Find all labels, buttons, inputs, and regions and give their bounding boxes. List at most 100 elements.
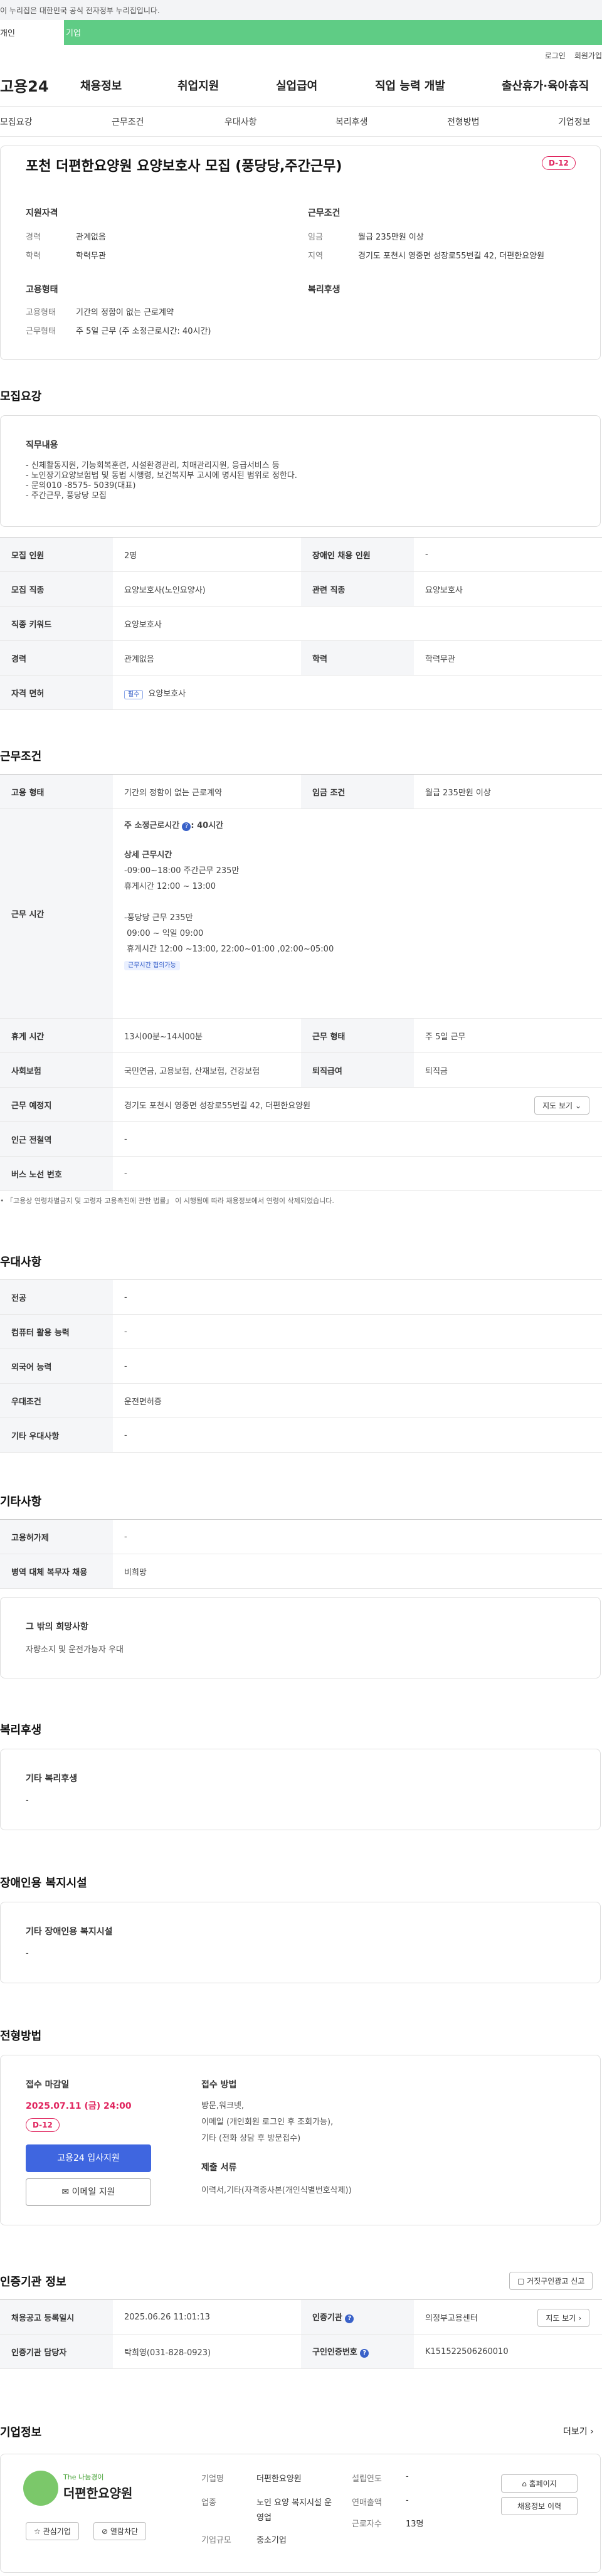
table-row: 병역 대체 복무자 채용 비희망 bbox=[0, 1554, 602, 1589]
cell-value: 주 5일 근무 bbox=[414, 1018, 602, 1053]
block-view-button[interactable]: ⊘ 열람차단 bbox=[93, 2522, 147, 2540]
cell-value: 탁희영(031-828-0923) bbox=[113, 2334, 301, 2369]
qual-edu-label: 학력 bbox=[26, 252, 41, 261]
place-value: 경기도 포천시 영중면 성장로55번길 42, 더편한요양원 bbox=[124, 1101, 311, 1111]
company-year-value: - bbox=[406, 2472, 409, 2481]
tab-personal[interactable]: 개인 bbox=[0, 20, 64, 45]
homepage-button[interactable]: ⌂ 홈페이지 bbox=[501, 2474, 578, 2493]
company-logo-mark bbox=[23, 2471, 58, 2506]
info-icon[interactable]: ? bbox=[360, 2349, 369, 2358]
anchor-work[interactable]: 근무조건 bbox=[112, 115, 144, 128]
work-table: 고용 형태 기간의 정함이 없는 근로계약 임금 조건 월급 235만원 이상 근무… bbox=[0, 774, 602, 1191]
report-button-label: 거짓구인광고 신고 bbox=[527, 2277, 585, 2286]
company-more-label: 더보기 bbox=[563, 2427, 588, 2437]
wish-card: 그 밖의 희망사항 자량소지 및 운전가능자 우대 bbox=[0, 1597, 601, 1678]
docs-value: 이력서,기타(자격증사본(개인식별번호삭제)) bbox=[201, 2186, 352, 2195]
wish-title: 그 밖의 희망사항 bbox=[26, 1622, 88, 1632]
qual-title: 지원자격 bbox=[26, 208, 58, 218]
cell-label: 근무 형태 bbox=[301, 1018, 414, 1053]
report-button[interactable]: ▢ 거짓구인광고 신고 bbox=[509, 2272, 593, 2290]
nav-unemployment-benefit[interactable]: 실업급여 bbox=[276, 77, 317, 93]
company-sales-label: 연매출액 bbox=[352, 2498, 382, 2508]
hours-main-value: : 40시간 bbox=[191, 821, 224, 830]
table-row: 버스 노선 번호 - bbox=[0, 1156, 602, 1191]
method-line: 방문,워크넷, bbox=[201, 2101, 245, 2111]
wish-value: 자량소지 및 운전가능자 우대 bbox=[26, 1645, 124, 1655]
pref-section-title: 우대사항 bbox=[0, 1256, 42, 1269]
map-button[interactable]: 지도 보기 ⌄ bbox=[534, 1096, 589, 1115]
company-year-label: 설립연도 bbox=[352, 2474, 382, 2484]
nav-employment-support[interactable]: 취업지원 bbox=[177, 77, 219, 93]
anchor-pref[interactable]: 우대사항 bbox=[224, 115, 257, 128]
cell-value: 요양보호사 bbox=[414, 571, 602, 607]
signup-link[interactable]: 회원가입 bbox=[574, 51, 602, 60]
company-size-label: 기업규모 bbox=[201, 2536, 231, 2545]
anchor-recruit[interactable]: 모집요강 bbox=[0, 115, 33, 128]
hours-line: 09:00 ~ 익일 09:00 bbox=[124, 929, 204, 938]
block-label: 열람차단 bbox=[110, 2527, 139, 2536]
duty-lines: - 신체활동지원, 기능회복훈련, 시설환경관리, 치매관리지원, 응급서비스 … bbox=[26, 461, 297, 501]
cell-label: 외국어 능력 bbox=[0, 1349, 113, 1384]
cell-value: 비희망 bbox=[113, 1554, 602, 1589]
recruit-table: 모집 인원 2명 장애인 채용 인원 - 모집 직종 요양보호사(노인요양사) 관련 … bbox=[0, 537, 602, 710]
cell-value: 요양보호사 bbox=[113, 606, 602, 641]
cell-label: 퇴직급여 bbox=[301, 1052, 414, 1088]
nav-vocational-training[interactable]: 직업 능력 개발 bbox=[375, 77, 445, 93]
table-row: 사회보험 국민연금, 고용보험, 산재보험, 건강보험 퇴직급여 퇴직금 bbox=[0, 1052, 602, 1088]
info-icon[interactable]: ? bbox=[182, 822, 191, 831]
anchor-selection[interactable]: 전형방법 bbox=[447, 115, 480, 128]
agency-map-button[interactable]: 지도 보기 › bbox=[537, 2309, 589, 2327]
hours-detail-title: 상세 근무시간 bbox=[124, 851, 172, 860]
cell-label: 모집 직종 bbox=[0, 571, 113, 607]
favorite-company-button[interactable]: ☆ 관심기업 bbox=[26, 2522, 79, 2540]
cond-title: 근무조건 bbox=[308, 208, 341, 218]
apply-button[interactable]: 고용24 입사지원 bbox=[26, 2144, 151, 2172]
cell-label: 학력 bbox=[301, 640, 414, 676]
cell-value: 13시00분~14시00분 bbox=[113, 1018, 301, 1053]
site-logo[interactable]: 고용24 bbox=[0, 74, 82, 96]
cell-value: 월급 235만원 이상 bbox=[414, 774, 602, 809]
agency-label: 인증기관 bbox=[312, 2313, 342, 2323]
deadline-value: 2025.07.11 (금) 24:00 bbox=[26, 2101, 132, 2111]
table-row: 근무 시간 주 소정근로시간 ?: 40시간 상세 근무시간 -09:00~18… bbox=[0, 808, 602, 1019]
disability-section-title: 장애인용 복지시설 bbox=[0, 1877, 87, 1890]
hours-negotiable-tag: 근무시간 협의가능 bbox=[124, 961, 180, 970]
table-row: 기타 우대사항 - bbox=[0, 1418, 602, 1453]
cell-value: 국민연금, 고용보험, 산재보험, 건강보험 bbox=[113, 1052, 301, 1088]
selection-section-title: 전형방법 bbox=[0, 2030, 42, 2043]
company-more-link[interactable]: 더보기 › bbox=[563, 2425, 594, 2437]
pref-table: 전공 - 컴퓨터 활용 능력 - 외국어 능력 - 우대조건 운전면허증 기타 우대사항… bbox=[0, 1280, 602, 1453]
cell-value: 학력무관 bbox=[414, 640, 602, 676]
company-name-value: 더편한요양원 bbox=[256, 2474, 302, 2484]
cell-value: - bbox=[113, 1519, 602, 1554]
table-row: 컴퓨터 활용 능력 - bbox=[0, 1314, 602, 1349]
hours-line: -09:00~18:00 주간근무 235만 bbox=[124, 866, 240, 876]
job-history-button[interactable]: 채용정보 이력 bbox=[501, 2497, 578, 2515]
cell-label: 사회보험 bbox=[0, 1052, 113, 1088]
welfare-section-title: 복리후생 bbox=[0, 1724, 42, 1737]
cell-value: - bbox=[113, 1314, 602, 1349]
cell-value: K151522506260010 bbox=[414, 2334, 602, 2369]
cell-label: 우대조건 bbox=[0, 1383, 113, 1418]
cell-label: 고용허가제 bbox=[0, 1519, 113, 1554]
tab-company[interactable]: 기업 bbox=[64, 20, 602, 45]
tab-company-label: 기업 bbox=[66, 29, 81, 38]
login-link[interactable]: 로그인 bbox=[545, 51, 566, 60]
anchor-company[interactable]: 기업정보 bbox=[558, 115, 591, 128]
email-apply-button[interactable]: ✉ 이메일 지원 bbox=[26, 2178, 151, 2206]
info-icon[interactable]: ? bbox=[345, 2314, 354, 2323]
age-law-note: • 「고용상 연령차별금지 및 고령자 고용촉진에 관한 법률」 이 시행됨에 … bbox=[0, 1197, 334, 1205]
anchor-welfare[interactable]: 복리후생 bbox=[335, 115, 368, 128]
cell-label: 장애인 채용 인원 bbox=[301, 537, 414, 572]
cell-value: 2명 bbox=[113, 537, 301, 572]
disability-sub: 기타 장애인용 복지시설 bbox=[26, 1927, 113, 1937]
cell-label: 인증기관 담당자 bbox=[0, 2334, 113, 2369]
nav-parental-leave[interactable]: 출산휴가·육아휴직 bbox=[502, 77, 589, 93]
nav-jobs[interactable]: 채용정보 bbox=[80, 77, 122, 93]
qual-edu-value: 학력무관 bbox=[76, 252, 106, 261]
cell-label: 관련 직종 bbox=[301, 571, 414, 607]
cell-value: - bbox=[113, 1349, 602, 1384]
cell-value: - bbox=[113, 1418, 602, 1453]
email-apply-label: 이메일 지원 bbox=[71, 2187, 115, 2197]
cell-label: 고용 형태 bbox=[0, 774, 113, 809]
